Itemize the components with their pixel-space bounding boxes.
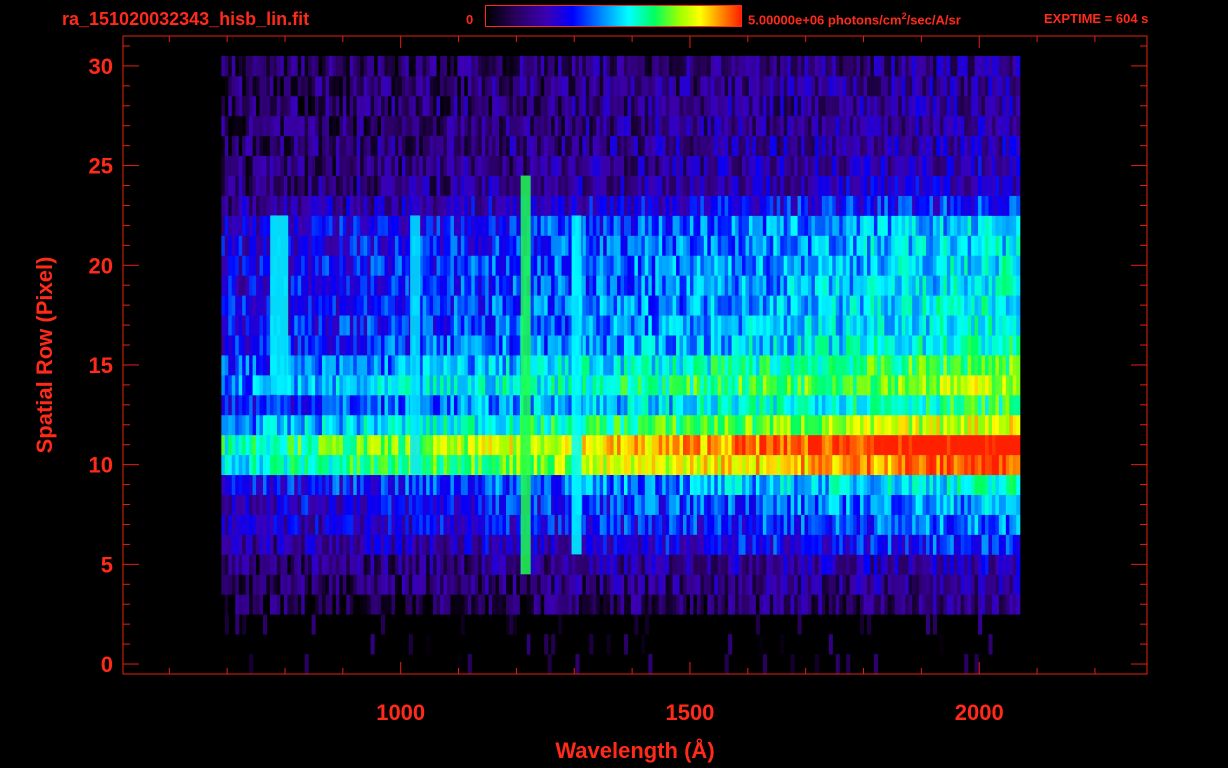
heatmap-row-15: [221, 355, 1021, 376]
y-tick-label-5: 5: [101, 552, 113, 577]
colorbar-max-unit: /sec/A/sr: [906, 12, 961, 28]
heatmap-row-29: [221, 75, 1021, 97]
feature-arc: [270, 215, 289, 395]
heatmap-row-0: [249, 654, 979, 674]
x-tick-label-1500: 1500: [665, 700, 714, 725]
heatmap-row-5: [221, 554, 1021, 575]
heatmap-row-9: [221, 474, 1021, 495]
colorbar-max-label: 5.00000e+06 photons/cm2/sec/A/sr: [748, 11, 961, 27]
feature-line: [410, 215, 421, 475]
heatmap-row-20: [221, 255, 1021, 276]
heatmap-row-7: [221, 514, 1021, 535]
y-tick-label-0: 0: [101, 652, 113, 677]
heatmap-row-10: [221, 454, 1021, 476]
heatmap-row-1: [245, 634, 993, 655]
heatmap-row-16: [221, 335, 1021, 356]
file-title: ra_151020032343_hisb_lin.fit: [62, 9, 310, 29]
heatmap-row-4: [221, 574, 1021, 595]
heatmap-row-8: [221, 494, 1021, 515]
heatmap-row-23: [221, 195, 1021, 216]
exposure-time: EXPTIME = 604 s: [1044, 11, 1149, 26]
y-axis-label: Spatial Row (Pixel): [32, 257, 57, 454]
x-tick-label-2000: 2000: [955, 700, 1004, 725]
heatmap-row-30: [221, 55, 1021, 77]
heatmap-row-13: [221, 394, 1021, 416]
heatmap-row-6: [221, 534, 1021, 555]
colorbar: [485, 5, 742, 27]
x-tick-label-1000: 1000: [376, 700, 425, 725]
heatmap-row-2: [224, 614, 983, 635]
heatmap-row-3: [221, 594, 1021, 615]
y-tick-label-20: 20: [89, 253, 113, 278]
heatmap-row-25: [221, 155, 1021, 176]
y-tick-label-30: 30: [89, 54, 113, 79]
y-tick-label-25: 25: [89, 154, 113, 179]
x-axis-label: Wavelength (Å): [555, 737, 714, 763]
heatmap-row-18: [221, 295, 1021, 316]
heatmap-row-24: [221, 175, 1021, 196]
heatmap-row-27: [221, 115, 1021, 137]
spectrum-plot: 1000 1500 2000 0 5 10 15 20 25 30 Wavelength (Å)…: [32, 35, 1148, 763]
heatmap-row-21: [221, 235, 1021, 256]
heatmap-row-17: [221, 315, 1021, 336]
heatmap-row-12: [221, 414, 1021, 436]
heatmap-row-28: [221, 95, 1021, 117]
heatmap-row-14: [221, 374, 1021, 396]
colorbar-min-label: 0: [466, 12, 474, 27]
y-tick-label-15: 15: [89, 353, 113, 378]
heatmap-row-22: [221, 215, 1021, 236]
heatmap-row-19: [221, 275, 1021, 296]
feature-o-i: [571, 215, 582, 555]
colorbar-max-value: 5.00000e+06 photons/cm: [748, 12, 902, 28]
heatmap-image: [221, 55, 1021, 674]
y-tick-label-10: 10: [89, 453, 113, 478]
heatmap-row-11: [221, 434, 1021, 456]
heatmap-row-26: [221, 135, 1021, 157]
feature-lyman-alpha: [520, 175, 531, 575]
